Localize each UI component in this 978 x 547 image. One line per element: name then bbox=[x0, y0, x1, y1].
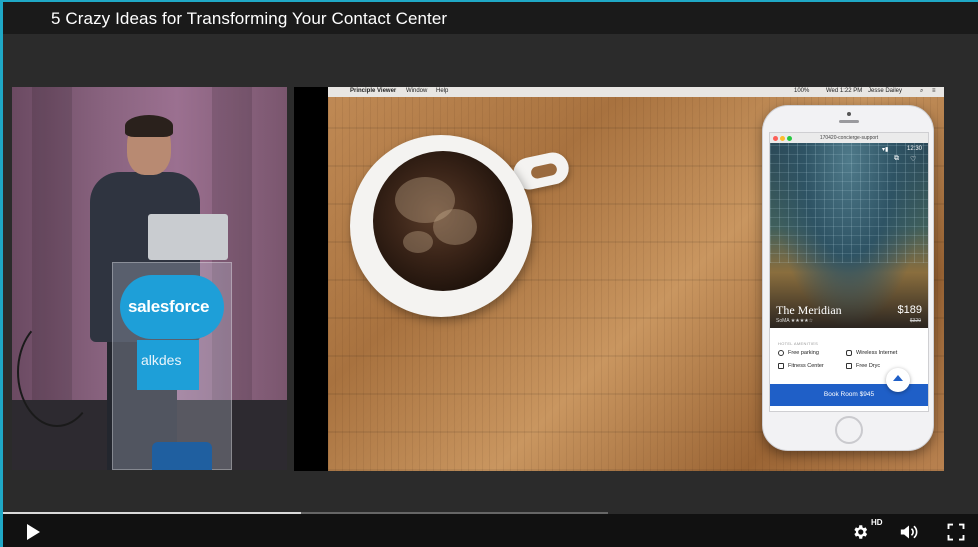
signal-icon: ▾▮ bbox=[882, 147, 889, 153]
coffee-foam bbox=[433, 209, 477, 245]
hotel-old-price: $329 bbox=[909, 318, 921, 324]
slide-video-pane: Principle Viewer Window Help 100% Wed 1:… bbox=[294, 87, 944, 471]
amenity-item: Fitness Center bbox=[788, 363, 824, 369]
gear-icon[interactable] bbox=[851, 523, 869, 541]
favorite-icon[interactable]: ♡ bbox=[910, 155, 916, 163]
hotel-hero-image bbox=[770, 143, 928, 328]
blue-bag bbox=[152, 442, 212, 470]
share-icon[interactable]: ⧉ bbox=[894, 155, 899, 163]
zoom-dot-icon[interactable] bbox=[787, 136, 792, 141]
banner-text: alkdes bbox=[141, 352, 182, 368]
menu-window: Window bbox=[406, 88, 428, 94]
minimize-dot-icon[interactable] bbox=[780, 136, 785, 141]
home-button bbox=[835, 416, 863, 444]
fitness-icon bbox=[778, 363, 784, 369]
speaker-video-pane: salesforce alkdes bbox=[12, 87, 287, 470]
control-bar: HD bbox=[3, 514, 978, 547]
video-title: 5 Crazy Ideas for Transforming Your Cont… bbox=[51, 9, 448, 28]
video-stage[interactable]: salesforce alkdes Principle Viewer Windo… bbox=[3, 34, 978, 514]
menu-list-icon: ≡ bbox=[932, 88, 936, 94]
hotel-rating: ★★★★☆ bbox=[790, 318, 814, 324]
title-bar: 5 Crazy Ideas for Transforming Your Cont… bbox=[3, 2, 978, 34]
chevron-up-icon bbox=[893, 375, 903, 381]
simulator-window: 170420-concierge-support ▾▮ 12:30 ⧉ ♡ Th… bbox=[769, 132, 929, 412]
menu-app-name: Principle Viewer bbox=[350, 88, 397, 94]
coffee bbox=[373, 151, 513, 291]
laptop bbox=[148, 214, 228, 260]
amenity-item: Free Dryc bbox=[856, 363, 881, 369]
amenity-item: Free parking bbox=[788, 350, 819, 356]
wifi-icon bbox=[846, 350, 852, 356]
simulator-titlebar: 170420-concierge-support bbox=[770, 133, 928, 143]
podium-brand-text: salesforce bbox=[128, 297, 210, 316]
menu-help: Help bbox=[436, 88, 449, 94]
shared-desktop: Principle Viewer Window Help 100% Wed 1:… bbox=[328, 87, 944, 471]
phone-speaker bbox=[839, 120, 859, 123]
hotel-price: $189 bbox=[897, 304, 922, 316]
hotel-location-text: SoMA bbox=[776, 318, 790, 324]
amenities-title: HOTEL AMENITIES bbox=[778, 341, 819, 346]
parking-icon bbox=[778, 350, 784, 356]
amenity-item: Wireless Internet bbox=[856, 350, 898, 356]
microphone-cable bbox=[17, 317, 97, 427]
hotel-name: The Meridian bbox=[776, 303, 842, 317]
menu-battery: 100% bbox=[794, 88, 810, 94]
play-icon[interactable] bbox=[27, 524, 40, 540]
speaker-hair bbox=[125, 115, 173, 137]
app-screen: ▾▮ 12:30 ⧉ ♡ The Meridian SoMA ★★★★☆ $18… bbox=[770, 143, 928, 411]
status-time: 12:30 bbox=[906, 146, 922, 152]
menu-clock: Wed 1:22 PM bbox=[826, 88, 863, 94]
expand-button[interactable] bbox=[886, 368, 910, 392]
fullscreen-icon[interactable] bbox=[947, 523, 965, 541]
glass-dome bbox=[770, 143, 928, 263]
coffee-foam bbox=[403, 231, 433, 253]
hotel-location: SoMA ★★★★☆ bbox=[776, 318, 813, 324]
simulator-title: 170420-concierge-support bbox=[819, 135, 879, 141]
hd-badge: HD bbox=[871, 518, 883, 527]
menu-search-icon: ⌕ bbox=[920, 88, 924, 94]
menu-user: Jesse Dailey bbox=[868, 88, 903, 94]
iphone-simulator: 170420-concierge-support ▾▮ 12:30 ⧉ ♡ Th… bbox=[762, 105, 934, 451]
video-player: 5 Crazy Ideas for Transforming Your Cont… bbox=[0, 0, 978, 547]
hanger-icon bbox=[846, 363, 852, 369]
speaker-icon[interactable] bbox=[899, 523, 919, 541]
phone-camera bbox=[847, 112, 851, 116]
close-dot-icon[interactable] bbox=[773, 136, 778, 141]
mac-menubar: Principle Viewer Window Help 100% Wed 1:… bbox=[328, 87, 944, 97]
